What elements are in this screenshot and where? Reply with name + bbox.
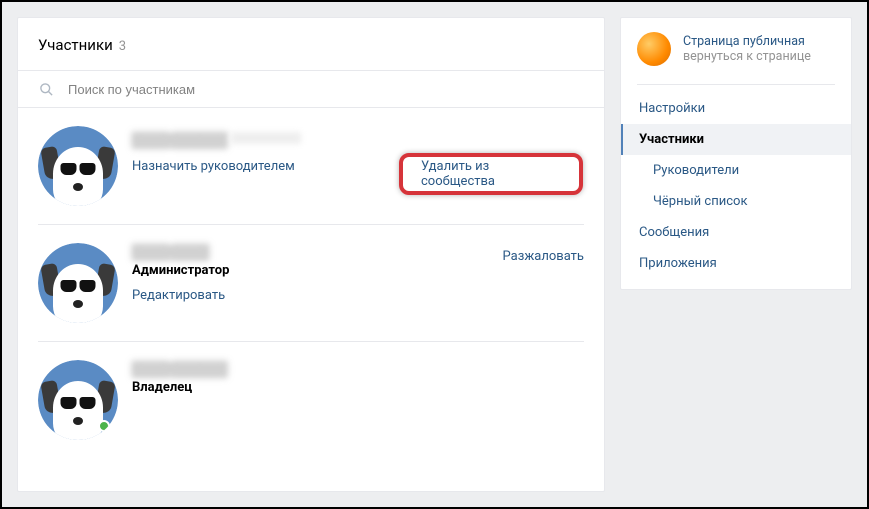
panel-header: Участники 3 (18, 18, 604, 70)
demote-link[interactable]: Разжаловать (503, 249, 584, 264)
sidebar: Страница публичная вернуться к странице … (620, 17, 852, 290)
search-input[interactable] (68, 82, 584, 97)
member-row: ████ ████ Администратор Редактировать Ра… (38, 225, 584, 342)
return-link[interactable]: вернуться к странице (683, 49, 811, 64)
remove-from-community-link[interactable]: Удалить из сообщества (399, 153, 583, 195)
sidebar-item-members[interactable]: Участники (621, 124, 851, 155)
member-role: Администратор (132, 263, 503, 278)
sidebar-item-apps[interactable]: Приложения (621, 248, 851, 279)
sidebar-item-messages[interactable]: Сообщения (621, 217, 851, 248)
sidebar-item-managers[interactable]: Руководители (621, 155, 851, 186)
community-avatar-icon (637, 32, 671, 66)
assign-manager-link[interactable]: Назначить руководителем (132, 159, 295, 174)
divider (637, 84, 835, 85)
sidebar-item-blacklist[interactable]: Чёрный список (621, 186, 851, 217)
remove-link-label: Удалить из сообщества (421, 159, 561, 189)
community-title[interactable]: Страница публичная (683, 34, 811, 49)
community-header[interactable]: Страница публичная вернуться к странице (621, 18, 851, 80)
members-panel: Участники 3 ████ ██████ Н (17, 17, 605, 492)
page-title: Участники (38, 36, 113, 54)
avatar[interactable] (38, 126, 118, 206)
member-name[interactable]: ████ ██████ (132, 133, 227, 149)
avatar[interactable] (38, 360, 118, 440)
sidebar-item-settings[interactable]: Настройки (621, 93, 851, 124)
avatar[interactable] (38, 243, 118, 323)
member-name[interactable]: ████ ████ (132, 245, 209, 261)
search-row[interactable] (18, 70, 604, 108)
members-count: 3 (119, 39, 126, 54)
member-row: ████ ██████ Владелец (38, 342, 584, 458)
member-role: Владелец (132, 380, 584, 395)
online-indicator-icon (98, 420, 110, 432)
edit-link[interactable]: Редактировать (132, 288, 225, 303)
search-icon (38, 81, 54, 97)
member-name[interactable]: ████ ██████ (132, 362, 227, 378)
member-subtext (231, 132, 301, 144)
